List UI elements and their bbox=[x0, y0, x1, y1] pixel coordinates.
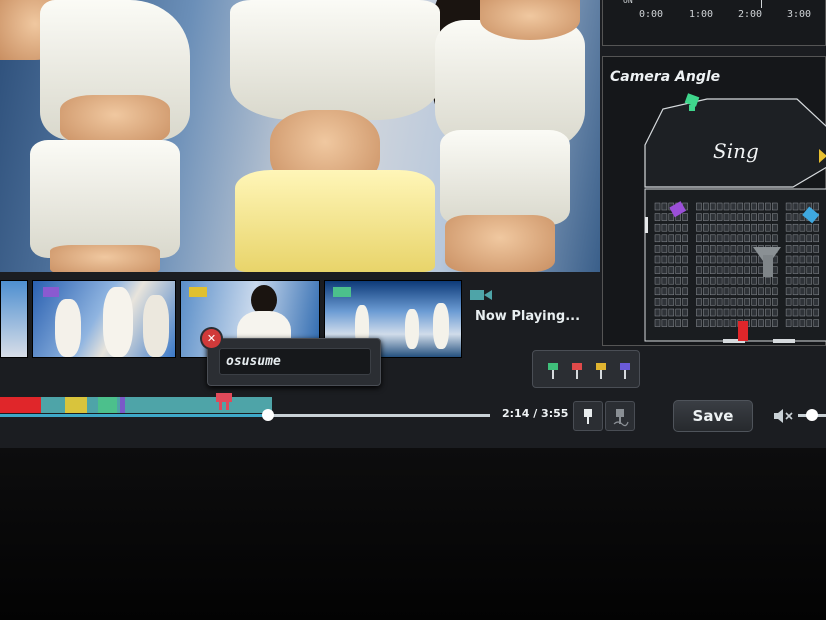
pin-color-1-icon[interactable] bbox=[569, 361, 585, 381]
caption-popup bbox=[207, 338, 381, 386]
camera-angle-title: Camera Angle bbox=[610, 69, 721, 85]
close-icon[interactable]: ✕ bbox=[202, 329, 221, 348]
timecode-1: 1:00 bbox=[689, 9, 714, 20]
progress-scrubber[interactable] bbox=[262, 409, 275, 421]
caption-input[interactable] bbox=[219, 348, 371, 375]
marker-segment-3[interactable] bbox=[97, 397, 117, 413]
main-video[interactable] bbox=[0, 0, 600, 272]
time-label: 2:14 / 3:55 bbox=[502, 407, 569, 420]
performer-jacket bbox=[230, 0, 440, 120]
pin-off-icon bbox=[613, 409, 629, 427]
timecode-ruler: ON 0:00 1:00 2:00 3:00 bbox=[602, 0, 826, 46]
now-playing-camera-icon bbox=[470, 290, 492, 300]
now-playing-label: Now Playing... bbox=[475, 309, 581, 324]
timecode-3: 3:00 bbox=[787, 9, 812, 20]
save-button[interactable]: Save bbox=[673, 400, 753, 432]
venue-map[interactable] bbox=[603, 57, 826, 347]
thumbnail-1[interactable] bbox=[32, 280, 176, 358]
pin-icon bbox=[584, 409, 592, 424]
stage-logo: Sing bbox=[713, 139, 759, 163]
pin-color-3-icon[interactable] bbox=[617, 361, 633, 381]
performer-midriff bbox=[60, 95, 170, 145]
timecode-0: 0:00 bbox=[639, 9, 664, 20]
volume-knob[interactable] bbox=[806, 409, 818, 421]
marker-segment-4[interactable] bbox=[119, 397, 126, 413]
monitor-bezel bbox=[0, 448, 826, 620]
camera-icon-red[interactable] bbox=[735, 317, 751, 343]
timecode-2: 2:00 bbox=[738, 9, 763, 20]
camera-icon-green[interactable] bbox=[683, 91, 703, 113]
pin-color-2-icon[interactable] bbox=[593, 361, 609, 381]
mute-icon[interactable] bbox=[774, 408, 794, 424]
camera-angle-panel: Camera Angle Sing bbox=[602, 56, 826, 346]
marker-segment-1[interactable] bbox=[40, 397, 55, 413]
progress-fill bbox=[0, 414, 269, 417]
performer-skirt bbox=[235, 170, 435, 272]
marker-pin-icon[interactable] bbox=[214, 391, 234, 413]
performer-shorts bbox=[440, 130, 570, 225]
app-screen: ON 0:00 1:00 2:00 3:00 Camera Angle Sing bbox=[0, 0, 826, 448]
marker-segment-0[interactable] bbox=[0, 397, 41, 413]
camera-icon-purple[interactable] bbox=[667, 199, 689, 221]
performer-shorts bbox=[30, 140, 180, 258]
add-pin-button[interactable] bbox=[573, 401, 603, 431]
pin-color-tray bbox=[532, 350, 640, 388]
performer-legs bbox=[50, 245, 160, 272]
performer-arm bbox=[480, 0, 580, 40]
pin-color-0-icon[interactable] bbox=[545, 361, 561, 381]
timecode-playhead bbox=[761, 0, 762, 8]
remove-pin-button[interactable] bbox=[605, 401, 635, 431]
camera-icon-blue[interactable] bbox=[799, 205, 823, 227]
camera-icon-yellow[interactable] bbox=[819, 149, 826, 163]
thumbnail-0[interactable] bbox=[0, 280, 28, 358]
timecode-partial: ON bbox=[623, 0, 633, 5]
performer-legs bbox=[445, 215, 555, 272]
marker-segment-2[interactable] bbox=[65, 397, 88, 413]
